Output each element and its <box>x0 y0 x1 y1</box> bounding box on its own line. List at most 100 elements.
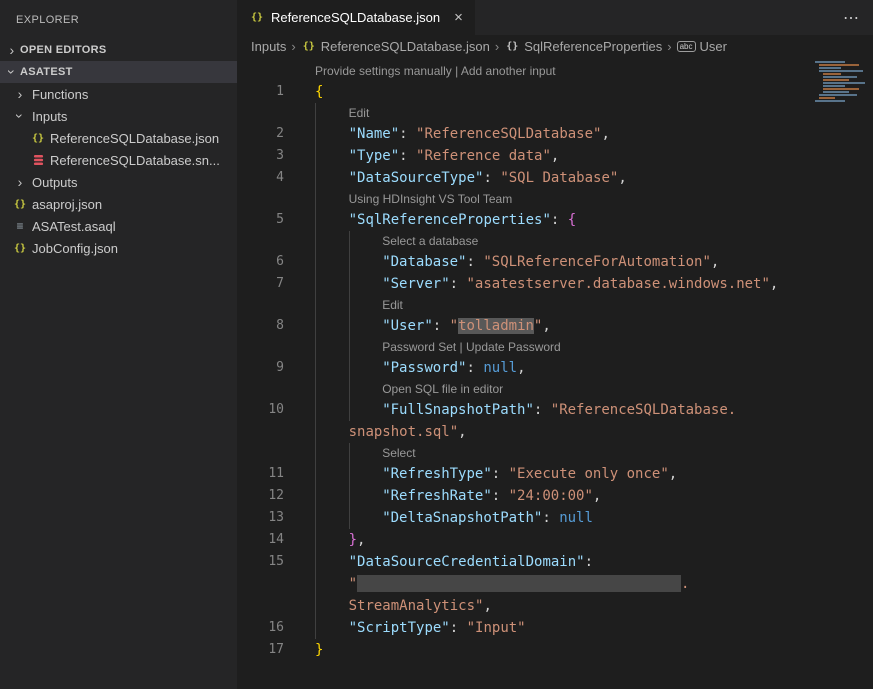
breadcrumb-item[interactable]: {}SqlReferenceProperties <box>504 38 662 54</box>
code-token: , <box>618 170 626 186</box>
file-tree: ›Functions›Inputs{}ReferenceSQLDatabase.… <box>0 83 237 259</box>
indent-guide <box>315 573 316 595</box>
code-line-3: 3"Type": "Reference data", <box>237 145 873 167</box>
line-number: 4 <box>237 167 315 189</box>
code-line-4: 4"DataSourceType": "SQL Database", <box>237 167 873 189</box>
indent-guide <box>349 379 350 399</box>
indent-guide <box>315 421 316 443</box>
breadcrumb-item[interactable]: Inputs <box>251 39 286 54</box>
indent-guide <box>315 251 316 273</box>
line-number <box>237 573 315 595</box>
code-token: , <box>551 148 559 164</box>
breadcrumb: Inputs›{}ReferenceSQLDatabase.json›{}Sql… <box>237 35 873 57</box>
codelens-link[interactable]: Password Set | Update Password <box>382 340 561 354</box>
codelens-row[interactable]: Using HDInsight VS Tool Team <box>237 189 873 209</box>
folder-functions[interactable]: ›Functions <box>0 83 237 105</box>
open-editors-section-header[interactable]: › OPEN EDITORS <box>0 39 237 61</box>
code-token: "Execute only once" <box>509 466 669 482</box>
minimap-line <box>819 97 835 99</box>
minimap-line <box>819 94 857 96</box>
codelens-row[interactable]: Password Set | Update Password <box>237 337 873 357</box>
indent-guide <box>315 231 316 251</box>
json-file-icon: {} <box>301 38 317 54</box>
folder-inputs[interactable]: ›Inputs <box>0 105 237 127</box>
explorer-title: EXPLORER <box>0 0 237 39</box>
file-jobconfig-json[interactable]: {}JobConfig.json <box>0 237 237 259</box>
codelens-link[interactable]: Select a database <box>382 234 478 248</box>
project-label: ASATEST <box>20 66 73 78</box>
line-number <box>237 595 315 617</box>
code-token: { <box>568 212 576 228</box>
indent-guide <box>349 485 350 507</box>
codelens-row[interactable]: Edit <box>237 295 873 315</box>
codelens-link[interactable]: Using HDInsight VS Tool Team <box>349 192 513 206</box>
code-token: " <box>450 318 458 334</box>
codelens-row[interactable]: Select <box>237 443 873 463</box>
code-token: , <box>669 466 677 482</box>
code-token: : <box>466 360 483 376</box>
codelens-link[interactable]: Select <box>382 446 415 460</box>
minimap-line <box>823 91 849 93</box>
project-section-header[interactable]: › ASATEST <box>0 61 237 83</box>
codelens-link[interactable]: Open SQL file in editor <box>382 382 503 396</box>
more-actions-button[interactable]: ⋯ <box>829 8 873 28</box>
file-asatest-asaql[interactable]: ≡ASATest.asaql <box>0 215 237 237</box>
file-referencesqldatabase-json[interactable]: {}ReferenceSQLDatabase.json <box>0 127 237 149</box>
folder-outputs[interactable]: ›Outputs <box>0 171 237 193</box>
codelens-row[interactable]: Select a database <box>237 231 873 251</box>
codelens-link[interactable]: Provide settings manually | Add another … <box>315 64 556 78</box>
code-line-2: 2"Name": "ReferenceSQLDatabase", <box>237 123 873 145</box>
code-token: "24:00:00" <box>509 488 593 504</box>
json-file-icon: {} <box>30 130 46 146</box>
code-token: , <box>770 276 778 292</box>
indent-guide <box>315 295 316 315</box>
code-token: : <box>534 402 551 418</box>
indent-guide <box>315 315 316 337</box>
breadcrumb-item[interactable]: {}ReferenceSQLDatabase.json <box>301 38 490 54</box>
file-asaproj-json[interactable]: {}asaproj.json <box>0 193 237 215</box>
code-line-wrap: snapshot.sql", <box>237 421 873 443</box>
breadcrumb-item[interactable]: abcUser <box>677 39 727 54</box>
line-number: 2 <box>237 123 315 145</box>
code-line-6: 6"Database": "SQLReferenceForAutomation"… <box>237 251 873 273</box>
code-token: "Password" <box>382 360 466 376</box>
code-token: . <box>681 576 689 592</box>
code-line-8: 8"User": "tolladmin", <box>237 315 873 337</box>
code-line-10: 10"FullSnapshotPath": "ReferenceSQLDatab… <box>237 399 873 421</box>
close-tab-icon[interactable]: × <box>454 9 463 26</box>
codelens-link[interactable]: Edit <box>349 106 370 120</box>
indent-guide <box>315 209 316 231</box>
code-line-16: 16"ScriptType": "Input" <box>237 617 873 639</box>
line-number: 6 <box>237 251 315 273</box>
minimap-line <box>823 85 845 87</box>
code-line-9: 9"Password": null, <box>237 357 873 379</box>
code-token: "Database" <box>382 254 466 270</box>
indent-guide <box>315 463 316 485</box>
line-number: 12 <box>237 485 315 507</box>
tab-referencesqldatabase-json[interactable]: {} ReferenceSQLDatabase.json × <box>237 0 476 35</box>
code-token: "FullSnapshotPath" <box>382 402 534 418</box>
codelens-row[interactable]: Provide settings manually | Add another … <box>237 61 873 81</box>
code-token: "SQL Database" <box>500 170 618 186</box>
code-line-wrap: StreamAnalytics", <box>237 595 873 617</box>
code-editor[interactable]: Provide settings manually | Add another … <box>237 57 873 689</box>
codelens-row[interactable]: Edit <box>237 103 873 123</box>
line-number: 8 <box>237 315 315 337</box>
minimap-line <box>819 64 859 66</box>
minimap[interactable] <box>815 61 871 103</box>
chevron-down-icon: › <box>12 108 28 124</box>
code-token: "asatestserver.database.windows.net" <box>466 276 769 292</box>
code-line-15: 15"DataSourceCredentialDomain": <box>237 551 873 573</box>
tree-item-label: Outputs <box>32 175 78 190</box>
open-editors-label: OPEN EDITORS <box>20 44 107 56</box>
indent-guide <box>315 379 316 399</box>
file-referencesqldatabase-sn[interactable]: ReferenceSQLDatabase.sn... <box>0 149 237 171</box>
code-token: } <box>315 642 323 658</box>
line-number <box>237 421 315 443</box>
chevron-right-icon: › <box>12 86 28 102</box>
indent-guide <box>349 337 350 357</box>
codelens-row[interactable]: Open SQL file in editor <box>237 379 873 399</box>
minimap-line <box>815 61 845 63</box>
codelens-link[interactable]: Edit <box>382 298 403 312</box>
indent-guide <box>349 231 350 251</box>
